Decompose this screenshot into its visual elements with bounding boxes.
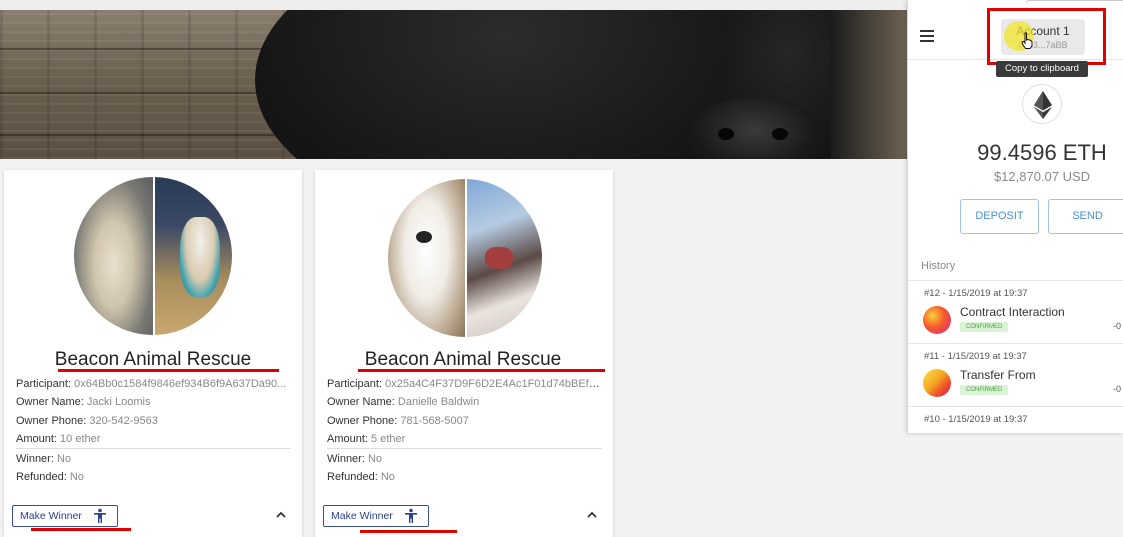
annotation-underline [58,369,279,372]
annotation-underline [358,369,605,372]
owner-name-label: Owner Name: [16,396,84,409]
participant-value: 0x64Bb0c1584f9846ef934B6f9A637Da90... [74,378,287,390]
owner-name-value: Jacki Loomis [86,396,151,409]
annotation-box [987,8,1106,65]
refunded-value: No [69,471,84,484]
transaction-title: Contract Interaction [960,305,1065,319]
participant-card-1: Beacon Animal Rescue Participant: 0x64Bb… [4,170,302,537]
deposit-button[interactable]: DEPOSIT [960,199,1039,234]
transaction-status-badge: CONFIRMED [960,385,1009,395]
wallet-header: Account 1 0x63...7aBB [908,0,1123,65]
transaction-row[interactable]: #10 - 1/15/2019 at 19:37 [908,407,1123,433]
ethereum-logo-icon [1022,84,1062,124]
participant-value: 0x25a4C4F37D9F6D2E4Ac1F01d74bBEf7... [385,378,602,390]
pet-avatar [388,179,542,337]
amount-value: 5 ether [371,432,406,445]
participant-details: Participant: 0x64Bb0c1584f9846ef934B6f9A… [16,375,291,487]
transaction-title: Transfer From [960,368,1036,382]
wallet-top-edge [1026,0,1123,3]
copy-tooltip: Copy to clipboard [996,61,1088,77]
wallet-popup: Account 1 0x63...7aBB Copy to clipboard … [907,0,1123,433]
accessibility-person-icon [94,508,106,523]
participant-card-2: Beacon Animal Rescue Participant: 0x25a4… [315,170,613,537]
amount-label: Amount: [16,432,57,445]
refunded-value: No [380,471,395,484]
pet-avatar [74,177,232,335]
transaction-date: #10 - 1/15/2019 at 19:37 [924,414,1028,425]
make-winner-button[interactable]: Make Winner [12,505,118,527]
history-heading: History [921,260,956,272]
hamburger-menu-icon[interactable] [920,30,934,42]
owner-name-value: Danielle Baldwin [397,396,480,409]
winner-label: Winner: [327,453,365,466]
transaction-identicon-icon [923,369,951,397]
banner-image [0,10,907,159]
transaction-amount: -0 [1113,384,1122,394]
winner-label: Winner: [16,453,54,466]
refunded-label: Refunded: [16,471,67,484]
make-winner-button[interactable]: Make Winner [323,505,429,527]
owner-phone-label: Owner Phone: [327,414,398,427]
owner-phone-value: 781-568-5007 [400,414,469,427]
transaction-identicon-icon [923,306,951,334]
owner-phone-value: 320-542-9563 [89,414,158,427]
annotation-underline [360,530,457,533]
participant-label: Participant: [327,378,383,390]
participant-label: Participant: [16,378,72,390]
annotation-underline [31,528,131,531]
eth-balance: 99.4596 ETH [977,140,1107,165]
transaction-row[interactable]: #12 - 1/15/2019 at 19:37 Contract Intera… [908,281,1123,343]
org-name: Beacon Animal Rescue [54,349,252,370]
transaction-date: #12 - 1/15/2019 at 19:37 [924,288,1028,299]
owner-phone-label: Owner Phone: [16,414,87,427]
transaction-date: #11 - 1/15/2019 at 19:37 [924,351,1027,362]
divider [16,448,291,450]
send-button[interactable]: SEND [1048,199,1123,234]
transaction-status-badge: CONFIRMED [960,322,1009,332]
owner-name-label: Owner Name: [327,396,395,409]
accessibility-person-icon [405,508,417,523]
refunded-label: Refunded: [327,471,378,484]
amount-value: 10 ether [60,432,101,445]
winner-value: No [367,453,383,466]
chevron-up-icon[interactable] [274,508,288,522]
org-name: Beacon Animal Rescue [364,349,562,370]
divider [327,448,602,450]
chevron-up-icon[interactable] [585,508,599,522]
transaction-amount: -0 [1113,321,1122,331]
winner-value: No [56,453,72,466]
make-winner-label: Make Winner [331,510,393,522]
participant-details: Participant: 0x25a4C4F37D9F6D2E4Ac1F01d7… [327,375,602,487]
transaction-row[interactable]: #11 - 1/15/2019 at 19:37 Transfer From C… [908,344,1123,406]
make-winner-label: Make Winner [20,510,82,522]
amount-label: Amount: [327,432,368,445]
usd-balance: $12,870.07 USD [993,169,1091,184]
